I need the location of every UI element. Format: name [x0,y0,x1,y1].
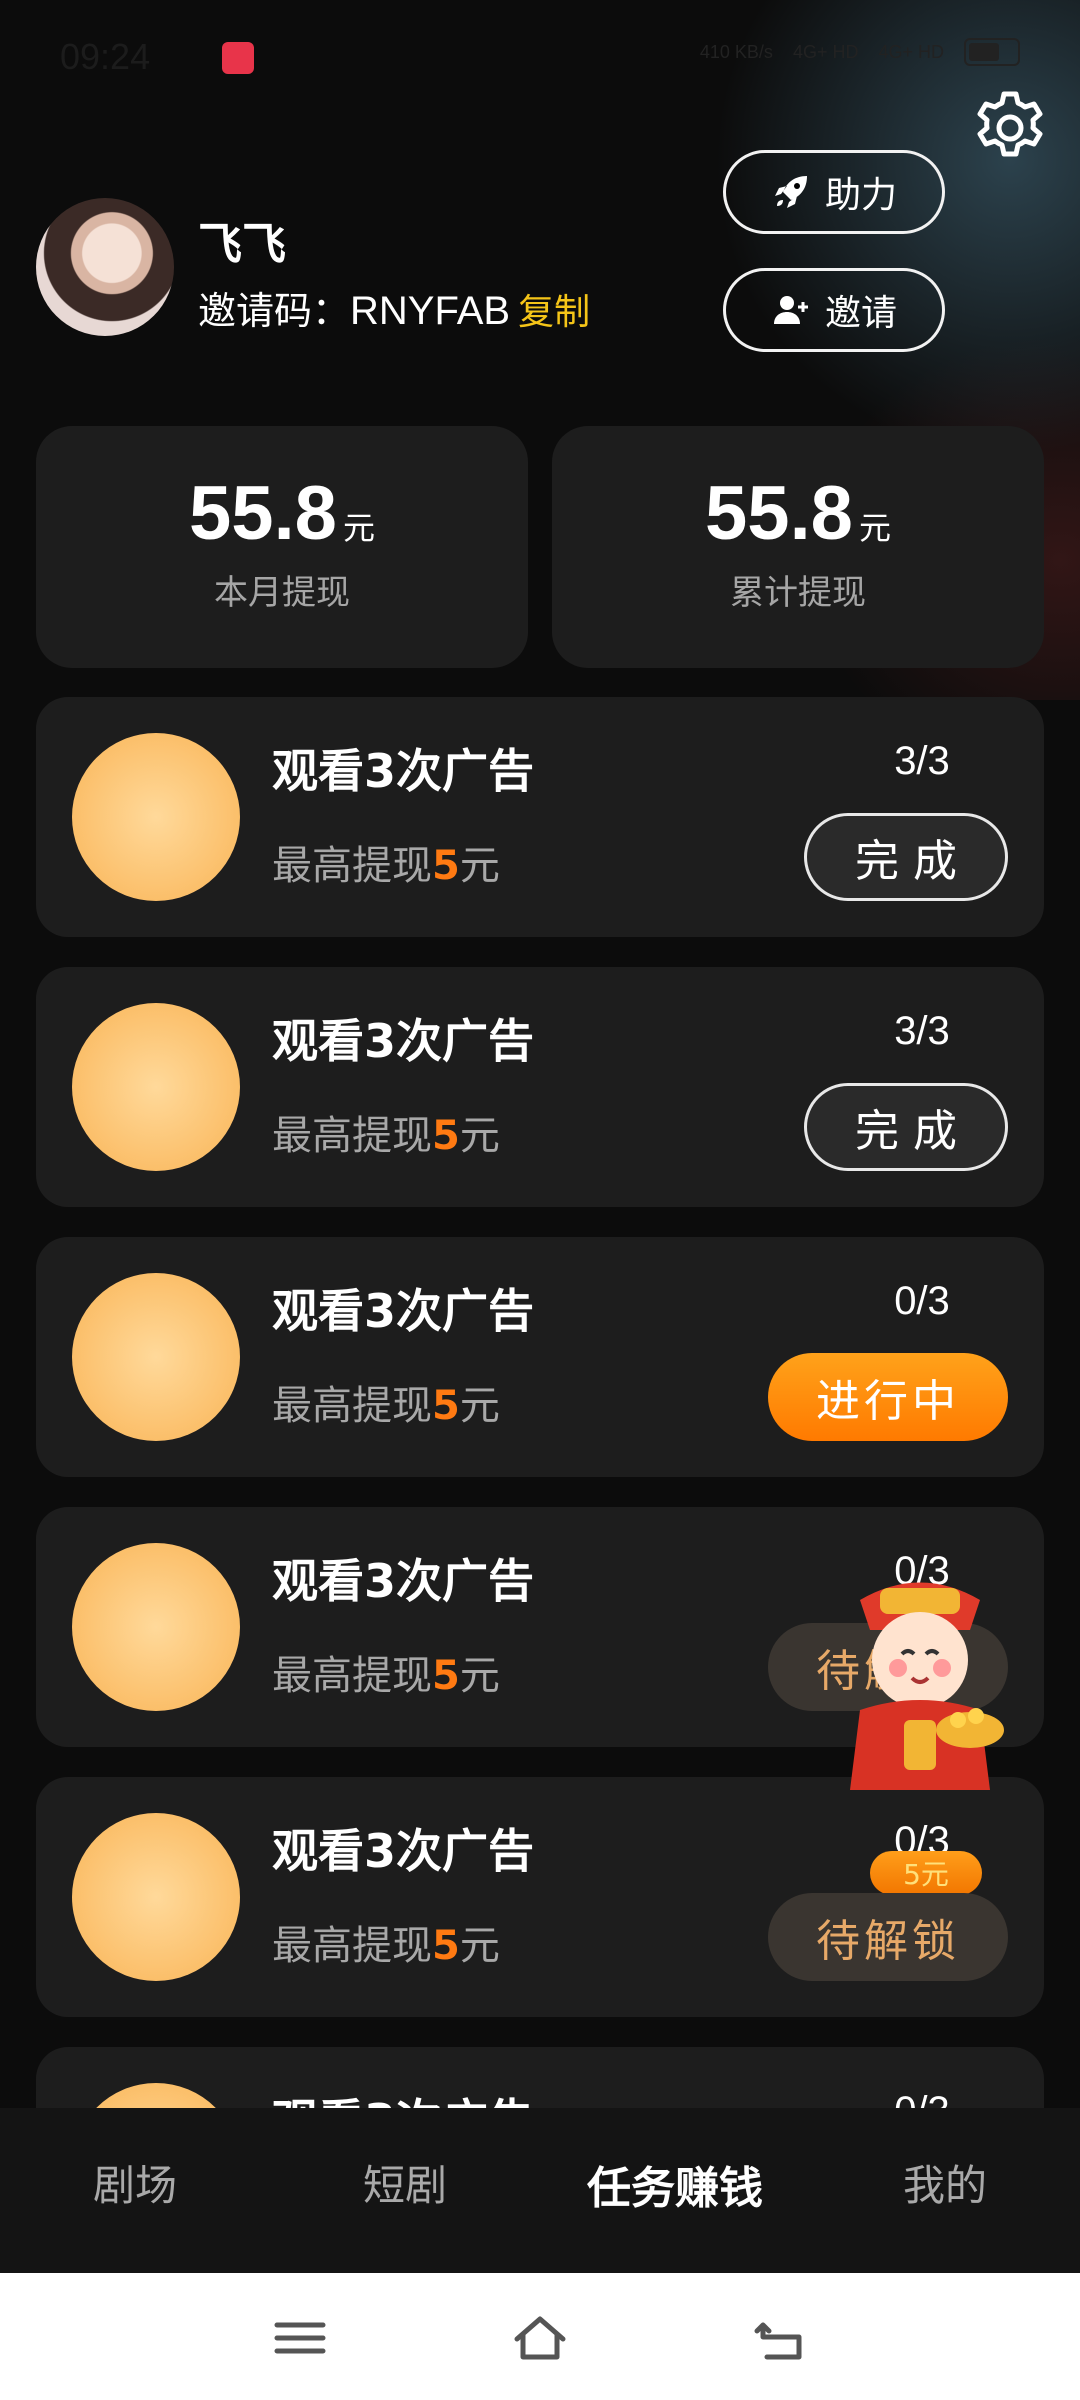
task-done-button[interactable]: 完成 [804,1083,1008,1171]
task-title: 观看3次广告 [272,1554,535,1608]
task-title: 观看3次广告 [272,1014,535,1068]
stat-value-row: 55.8 元 [552,470,1044,557]
task-title: 观看3次广告 [272,2085,534,2108]
floating-fortune-god-icon[interactable] [820,1570,1020,1810]
status-time: 09:24 [60,36,151,77]
battery-icon [964,38,1020,66]
invite-button-label: 邀请 [824,293,897,334]
reward-prefix: 最高提现 [272,1113,432,1159]
fortune-god-icon [72,1543,240,1711]
fortune-god-icon [72,1813,240,1981]
reward-badge: 5元 [870,1851,982,1895]
task-reward: 最高提现5元 [272,1373,500,1431]
reward-suffix: 元 [459,1653,500,1699]
task-progress: 0/3 [894,1279,950,1323]
invite-label: 邀请码： [198,289,351,333]
net-speed: 410 KB/s [699,41,773,62]
assist-label: 助力 [824,175,897,216]
reward-amount: 5 [432,1653,460,1699]
signal-2: 4G+ HD [878,41,944,62]
assist-button[interactable]: 助力 [723,150,945,234]
stat-card-total: 55.8 元 累计提现 [552,426,1044,668]
reward-amount: 5 [432,1113,460,1159]
tab-short-drama[interactable]: 短剧 [270,2152,540,2213]
task-progress: 0/3 [852,2089,992,2108]
fortune-god-icon [72,2083,240,2108]
invite-code: RNYFAB [350,289,511,333]
stat-value: 55.8 [189,471,337,556]
reward-amount: 5 [432,843,460,889]
task-reward: 最高提现5元 [272,833,500,891]
reward-prefix: 最高提现 [272,1383,432,1429]
invite-code-row: 邀请码： RNYFAB 复制 [198,280,590,335]
reward-amount: 5 [432,1923,460,1969]
status-bar: 09:24 410 KB/s 4G+ HD 4G+ HD [0,0,1080,120]
task-locked-button[interactable]: 待解锁 [768,1893,1008,1981]
task-card: 观看3次广告 最高提现5元 3/3 完成 [36,967,1044,1207]
bottom-tab-bar: 剧场 短剧 任务赚钱 我的 [0,2108,1080,2273]
task-reward: 最高提现5元 [272,1103,500,1161]
avatar[interactable] [36,198,174,336]
status-indicators: 410 KB/s 4G+ HD 4G+ HD [700,38,1020,66]
app-notification-icon [222,42,254,74]
stat-value-row: 55.8 元 [36,470,528,557]
user-name: 飞飞 [198,219,286,270]
reward-prefix: 最高提现 [272,1653,432,1699]
task-card: 观看3次广告 0/3 [36,2047,1044,2108]
task-done-button[interactable]: 完成 [804,813,1008,901]
tab-earn-tasks[interactable]: 任务赚钱 [540,2152,810,2216]
task-title: 观看3次广告 [272,744,535,798]
rocket-icon [774,176,807,208]
back-icon[interactable] [753,2313,807,2363]
reward-suffix: 元 [459,1113,500,1159]
stat-unit: 元 [342,510,375,546]
add-user-icon [773,296,808,324]
home-icon[interactable] [513,2313,567,2363]
task-list[interactable]: 观看3次广告 最高提现5元 3/3 完成 观看3次广告 最高提现5元 3/3 完… [36,697,1044,2108]
tab-mine[interactable]: 我的 [810,2152,1080,2213]
fortune-god-icon [72,733,240,901]
reward-prefix: 最高提现 [272,1923,432,1969]
reward-amount: 5 [432,1383,460,1429]
system-nav-bar [0,2273,1080,2400]
signal-1: 4G+ HD [792,41,859,62]
menu-icon[interactable] [273,2313,327,2363]
stat-label: 本月提现 [214,573,350,613]
invite-button[interactable]: 邀请 [723,268,945,352]
fortune-god-icon [72,1273,240,1441]
stat-unit: 元 [858,510,891,546]
stat-value: 55.8 [705,471,853,556]
reward-suffix: 元 [459,1923,500,1969]
task-title: 观看3次广告 [272,1284,535,1338]
fortune-god-icon [72,1003,240,1171]
task-progress: 3/3 [894,1009,950,1053]
task-card: 观看3次广告 最高提现5元 3/3 完成 [36,697,1044,937]
reward-suffix: 元 [459,843,500,889]
task-card: 观看3次广告 最高提现5元 0/3 进行中 [36,1237,1044,1477]
gear-icon[interactable] [970,88,1050,168]
task-reward: 最高提现5元 [272,1913,500,1971]
task-in-progress-button[interactable]: 进行中 [768,1353,1008,1441]
reward-suffix: 元 [459,1383,500,1429]
reward-prefix: 最高提现 [272,843,432,889]
task-reward: 最高提现5元 [272,1643,500,1701]
stat-card-month: 55.8 元 本月提现 [36,426,528,668]
task-card: 观看3次广告 最高提现5元 0/3 5元 待解锁 [36,1777,1044,2017]
task-progress: 3/3 [894,739,950,783]
copy-button[interactable]: 复制 [518,283,590,335]
tab-theater[interactable]: 剧场 [0,2152,270,2213]
stat-label: 累计提现 [730,573,866,613]
task-title: 观看3次广告 [272,1824,535,1878]
